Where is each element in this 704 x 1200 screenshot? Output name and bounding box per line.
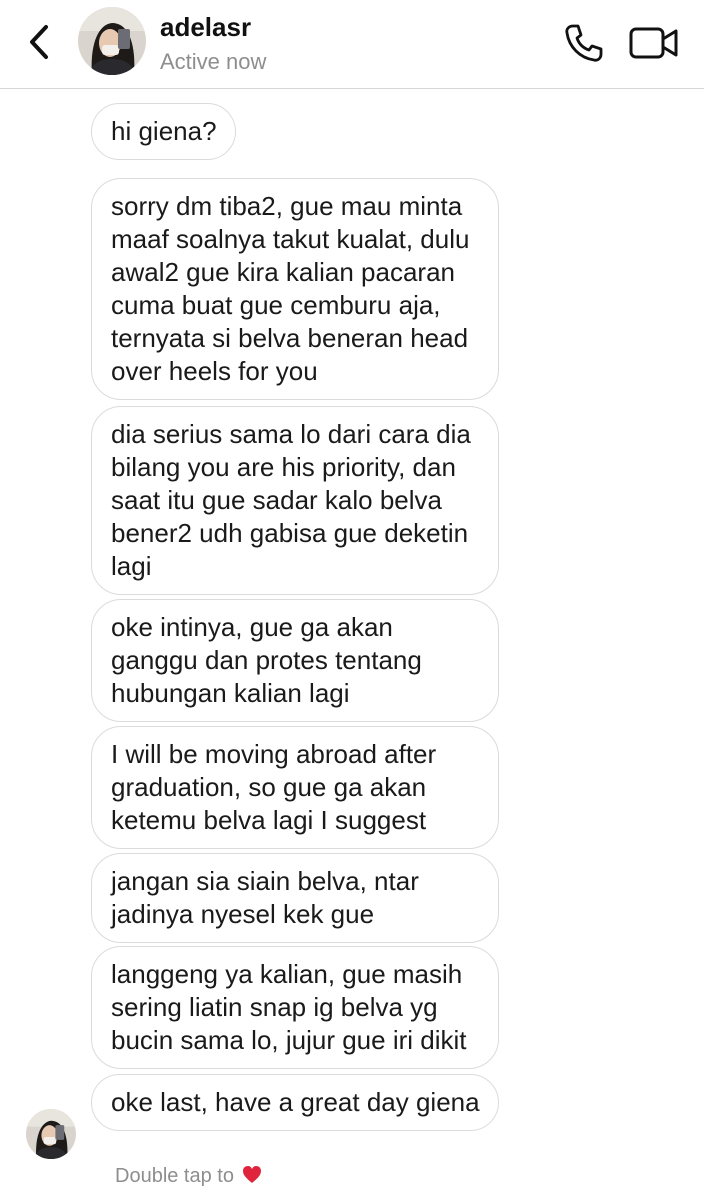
avatar[interactable] [78,7,146,75]
video-call-button[interactable] [628,24,680,62]
message-bubble[interactable]: I will be moving abroad after graduation… [91,726,499,849]
message-bubble[interactable]: sorry dm tiba2, gue mau minta maaf soaln… [91,178,499,400]
message-bubble[interactable]: jangan sia siain belva, ntar jadinya nye… [91,853,499,943]
sender-avatar[interactable] [26,1109,76,1159]
message-bubble[interactable]: oke intinya, gue ga akan ganggu dan prot… [91,599,499,722]
phone-icon [565,24,603,62]
chat-username[interactable]: adelasr [160,12,251,43]
heart-icon [242,1165,262,1185]
message-bubble[interactable]: hi giena? [91,103,236,160]
back-button[interactable] [22,22,56,62]
chat-header: adelasr Active now [0,0,704,89]
call-button[interactable] [562,22,604,64]
message-bubble[interactable]: langgeng ya kalian, gue masih sering lia… [91,946,499,1069]
hint-text: Double tap to [115,1165,234,1187]
video-camera-icon [629,27,678,59]
chevron-left-icon [30,25,48,59]
double-tap-hint: Double tap to [115,1165,262,1188]
active-status: Active now [160,49,267,74]
message-bubble[interactable]: oke last, have a great day giena [91,1074,499,1131]
message-bubble[interactable]: dia serius sama lo dari cara dia bilang … [91,406,499,595]
